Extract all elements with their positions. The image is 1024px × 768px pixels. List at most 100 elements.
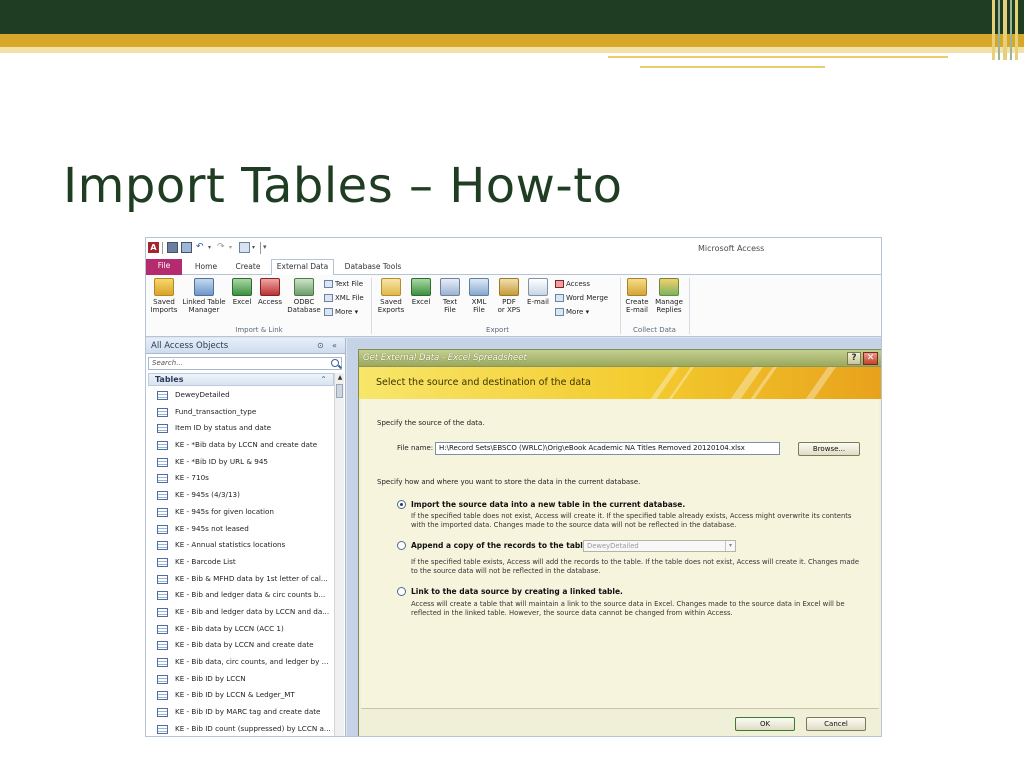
print-dropdown-icon[interactable]: ▾ — [252, 242, 263, 253]
table-icon — [157, 658, 168, 667]
word-merge-icon — [555, 294, 564, 302]
nav-table-item[interactable]: KE - Bib ID by MARC tag and create date — [148, 704, 334, 721]
nav-table-item[interactable]: KE - 945s not leased — [148, 521, 334, 538]
export-pdf-button[interactable]: PDF or XPS — [494, 278, 524, 314]
append-option-description: If the specified table exists, Access wi… — [411, 558, 860, 575]
scroll-thumb[interactable] — [336, 384, 343, 398]
shutter-bar-collapse-icon[interactable]: « — [332, 341, 337, 351]
create-email-label: Create E-mail — [625, 298, 649, 314]
save-icon[interactable] — [167, 242, 178, 253]
undo-icon[interactable]: ↶ — [196, 242, 207, 253]
nav-group-tables[interactable]: Tables ⌃ — [148, 373, 334, 386]
group-label-collect: Collect Data — [633, 326, 676, 334]
nav-table-item[interactable]: KE - Bib and ledger data & circ counts b… — [148, 587, 334, 604]
nav-table-label: KE - Bib ID by LCCN — [175, 673, 246, 683]
close-icon[interactable]: ✕ — [863, 352, 878, 365]
nav-table-item[interactable]: KE - Bib data, circ counts, and ledger b… — [148, 654, 334, 671]
search-icon[interactable] — [331, 359, 339, 367]
table-icon — [157, 591, 168, 601]
nav-table-item[interactable]: KE - Bib data by LCCN (ACC 1) — [148, 621, 334, 638]
nav-table-item[interactable]: KE - Barcode List — [148, 554, 334, 571]
tab-file[interactable]: File — [146, 259, 182, 275]
nav-table-item[interactable]: KE - 710s — [148, 470, 334, 487]
export-xml-file-button[interactable]: XML File — [467, 278, 491, 314]
append-table-combobox[interactable]: DeweyDetailed ▾ — [583, 540, 736, 552]
nav-search-input[interactable]: Search... — [148, 357, 342, 370]
manage-replies-icon — [659, 278, 679, 296]
nav-pane-header[interactable]: All Access Objects ⊙ « — [146, 338, 345, 354]
redo-icon[interactable]: ↷ — [217, 242, 228, 253]
import-text-file-button[interactable]: Text File — [324, 279, 363, 289]
header-band-cream — [0, 47, 1024, 53]
linked-table-manager-button[interactable]: Linked Table Manager — [179, 278, 229, 314]
chevron-down-icon[interactable]: ▾ — [725, 541, 735, 551]
table-icon — [157, 474, 168, 484]
nav-table-item[interactable]: KE - 945s for given location — [148, 504, 334, 521]
import-excel-button[interactable]: Excel — [230, 278, 254, 306]
email-icon — [528, 278, 548, 296]
nav-table-item[interactable]: KE - Bib ID count (suppressed) by LCCN a… — [148, 721, 334, 736]
tab-external-data[interactable]: External Data — [271, 259, 334, 275]
collapse-group-icon[interactable]: ⌃ — [320, 374, 327, 385]
navigation-pane: All Access Objects ⊙ « Search... Tables … — [146, 338, 346, 736]
link-option-title[interactable]: Link to the data source by creating a li… — [411, 587, 623, 596]
tab-database-tools[interactable]: Database Tools — [342, 260, 404, 275]
export-text-file-button[interactable]: Text File — [438, 278, 462, 314]
word-merge-button[interactable]: Word Merge — [555, 293, 608, 303]
export-excel-button[interactable]: Excel — [408, 278, 434, 306]
saved-imports-button[interactable]: Saved Imports — [148, 278, 180, 314]
nav-table-item[interactable]: Fund_transaction_type — [148, 404, 334, 421]
nav-table-label: KE - Barcode List — [175, 556, 236, 566]
export-email-button[interactable]: E-mail — [525, 278, 551, 306]
import-xml-file-button[interactable]: XML File — [324, 293, 364, 303]
nav-table-item[interactable]: KE - 945s (4/3/13) — [148, 487, 334, 504]
scroll-up-arrow-icon[interactable]: ▲ — [335, 373, 345, 383]
tab-home[interactable]: Home — [192, 260, 220, 275]
help-icon[interactable]: ? — [847, 352, 861, 365]
import-option-radio[interactable] — [397, 500, 406, 509]
import-option-title[interactable]: Import the source data into a new table … — [411, 500, 685, 509]
nav-table-item[interactable]: KE - *Bib data by LCCN and create date — [148, 437, 334, 454]
nav-table-label: KE - Bib data, circ counts, and ledger b… — [175, 657, 329, 666]
table-icon — [157, 724, 168, 734]
saved-imports-icon — [154, 278, 174, 296]
manage-replies-label: Manage Replies — [655, 298, 683, 314]
import-access-button[interactable]: Access — [256, 278, 284, 306]
ok-button[interactable]: OK — [735, 717, 795, 731]
customize-toolbar-icon[interactable]: ▾ — [263, 242, 274, 253]
import-odbc-button[interactable]: ODBC Database — [286, 278, 322, 314]
xml-export-icon — [469, 278, 489, 296]
link-option-radio[interactable] — [397, 587, 406, 596]
browse-button[interactable]: Browse... — [798, 442, 860, 456]
nav-scrollbar[interactable]: ▲ — [334, 373, 345, 736]
nav-table-item[interactable]: KE - Bib & MFHD data by 1st letter of ca… — [148, 571, 334, 588]
cancel-button[interactable]: Cancel — [806, 717, 866, 731]
nav-table-item[interactable]: DeweyDetailed — [148, 387, 334, 404]
create-email-button[interactable]: Create E-mail — [623, 278, 651, 314]
file-name-label: File name: — [397, 444, 434, 452]
export-access-button[interactable]: Access — [555, 279, 590, 289]
nav-table-item[interactable]: KE - *Bib ID by URL & 945 — [148, 454, 334, 471]
manage-replies-button[interactable]: Manage Replies — [652, 278, 686, 314]
nav-table-item[interactable]: KE - Bib ID by LCCN — [148, 671, 334, 688]
append-option-radio[interactable] — [397, 541, 406, 550]
append-option-title[interactable]: Append a copy of the records to the tabl… — [411, 541, 591, 550]
print-icon[interactable] — [181, 242, 192, 253]
nav-pane-title: All Access Objects — [151, 341, 229, 351]
group-separator — [371, 278, 372, 334]
import-more-button[interactable]: More ▾ — [324, 307, 358, 317]
tab-create[interactable]: Create — [232, 260, 264, 275]
nav-table-item[interactable]: KE - Bib data by LCCN and create date — [148, 637, 334, 654]
nav-table-item[interactable]: KE - Bib and ledger data by LCCN and da.… — [148, 604, 334, 621]
nav-table-item[interactable]: Item ID by status and date — [148, 420, 334, 437]
export-more-button[interactable]: More ▾ — [555, 307, 589, 317]
table-icon — [157, 557, 168, 567]
file-name-input[interactable]: H:\Record Sets\EBSCO (WRLC)\Orig\eBook A… — [435, 442, 780, 455]
saved-exports-button[interactable]: Saved Exports — [375, 278, 407, 314]
nav-table-label: KE - Bib ID by MARC tag and create date — [175, 707, 321, 717]
quick-print-icon[interactable] — [239, 242, 250, 253]
nav-table-item[interactable]: KE - Annual statistics locations — [148, 537, 334, 554]
nav-menu-dropdown-icon[interactable]: ⊙ — [317, 341, 324, 351]
import-more-label: More — [335, 308, 353, 316]
nav-table-item[interactable]: KE - Bib ID by LCCN & Ledger_MT — [148, 687, 334, 704]
